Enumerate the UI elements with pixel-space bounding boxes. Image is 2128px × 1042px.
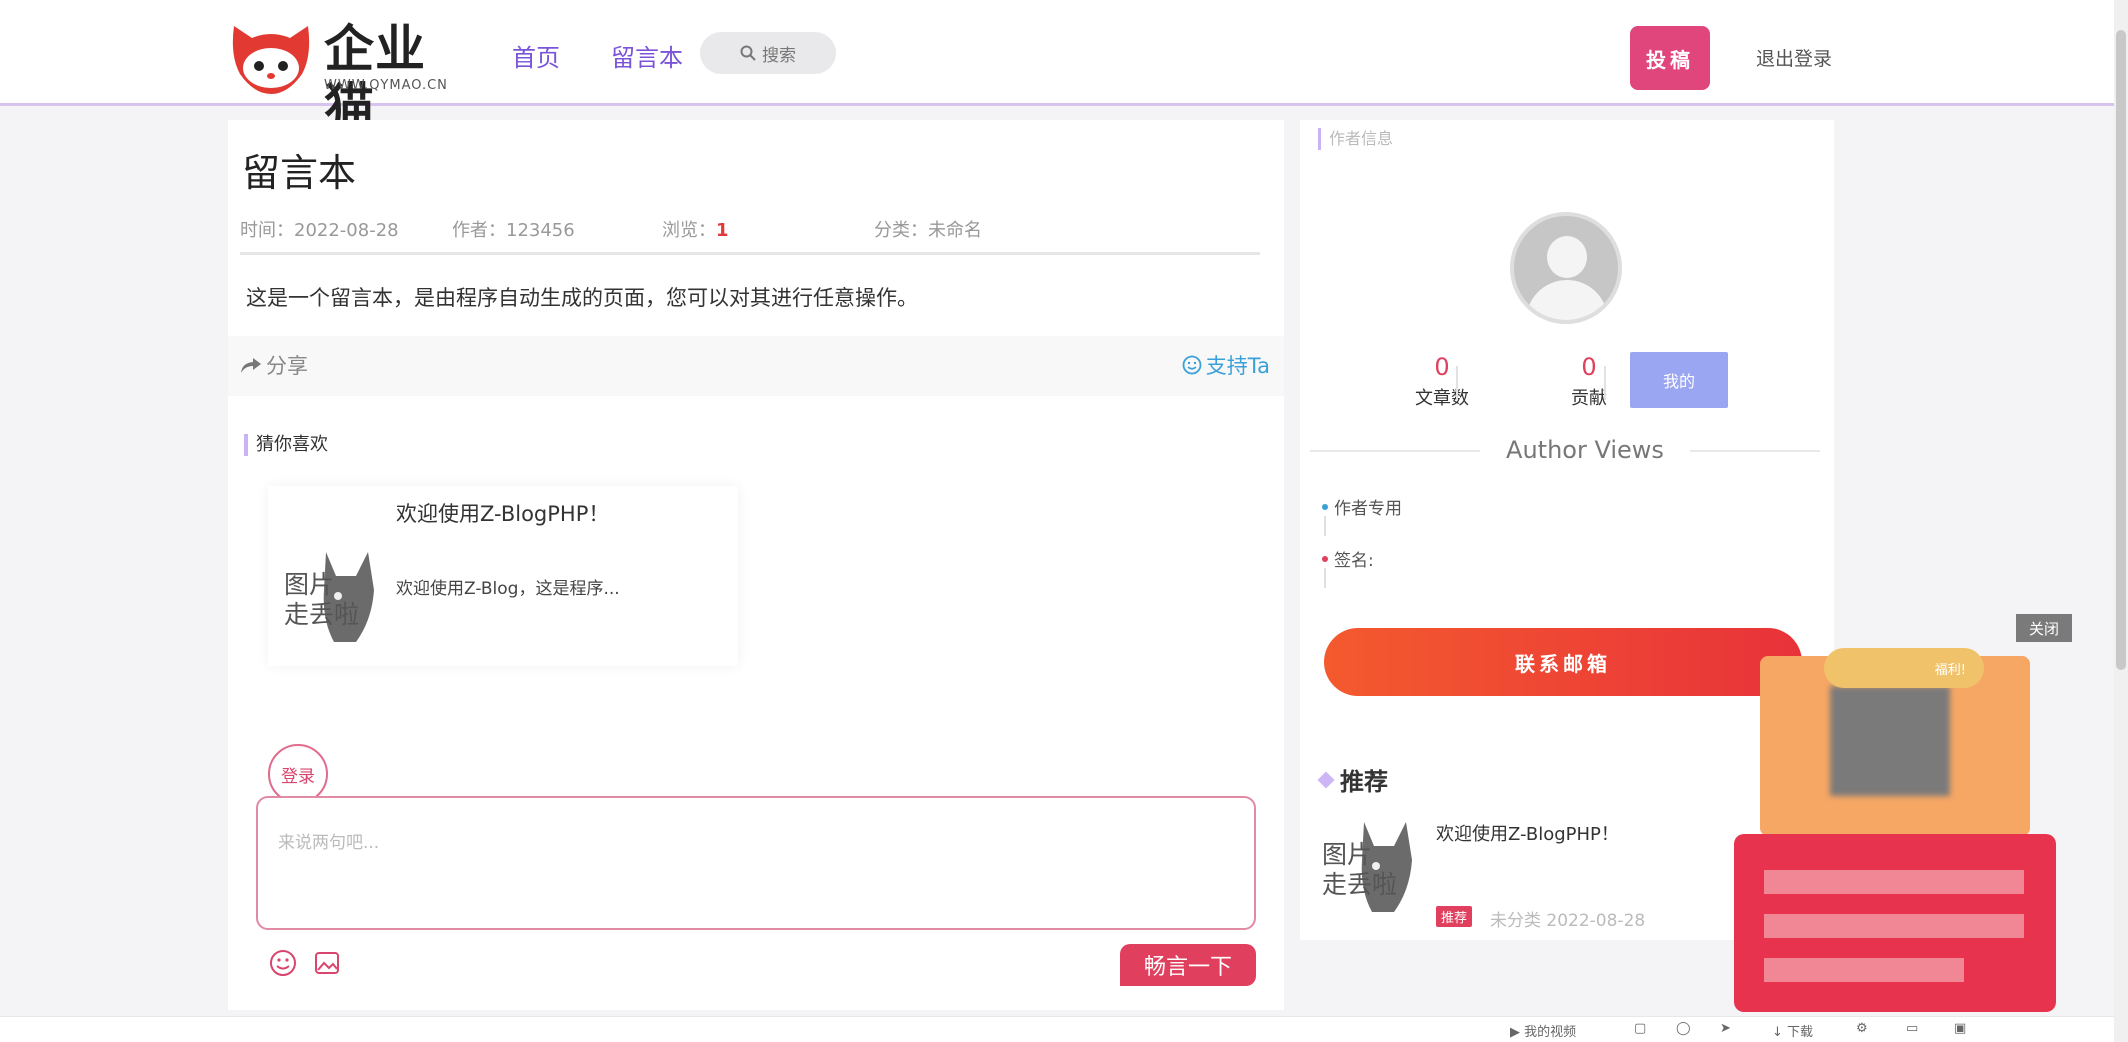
image-missing-text-2: 走丢啦 xyxy=(284,600,360,629)
login-button[interactable]: 登录 xyxy=(268,744,328,804)
download-label: 下载 xyxy=(1787,1025,1814,1040)
comment-input[interactable]: 来说两句吧... xyxy=(256,796,1256,930)
video-icon: ▶ xyxy=(1510,1025,1525,1040)
logo-subtext: WWW.QYMAO.CN xyxy=(324,78,448,93)
recommend-title: 推荐 xyxy=(1317,762,1388,797)
meta-author: 作者：123456 xyxy=(452,220,575,241)
image-missing-icon[interactable]: 图片 走丢啦 xyxy=(1320,820,1420,916)
meta-category: 分类：未命名 xyxy=(874,220,982,241)
meta-views-label: 浏览： xyxy=(662,220,716,241)
download-icon: ↓ xyxy=(1772,1025,1788,1040)
image-missing-text-2: 走丢啦 xyxy=(1322,870,1398,899)
nav-guestbook[interactable]: 留言本 xyxy=(611,38,683,73)
my-video-button[interactable]: ▶ 我的视频 xyxy=(1510,1021,1576,1040)
support-label: 支持Ta xyxy=(1205,354,1270,378)
send-icon[interactable]: ➤ xyxy=(1720,1021,1731,1036)
bottom-toolbar: ▶ 我的视频 ▢ ◯ ➤ ↓ 下载 ⚙ ▭ ▣ xyxy=(0,1016,2114,1042)
site-header: 企业猫 WWW.QYMAO.CN 首页 留言本 搜索 投稿 退出登录 xyxy=(0,0,2128,136)
page-title: 留言本 xyxy=(242,151,357,195)
recommend-title-text: 推荐 xyxy=(1340,768,1388,796)
avatar-head xyxy=(1547,236,1587,278)
window-icon[interactable]: ▭ xyxy=(1906,1021,1918,1036)
search-label: 搜索 xyxy=(762,45,796,66)
author-views-title: Author Views xyxy=(1506,436,1664,464)
share-label: 分享 xyxy=(266,354,308,378)
image-missing-text-1: 图片 xyxy=(284,570,335,599)
divider xyxy=(240,252,1260,255)
ad-blurred-line xyxy=(1764,870,2024,894)
stat-articles: 0 文章数 xyxy=(1382,352,1502,410)
diamond-icon xyxy=(1317,771,1335,788)
timeline-line xyxy=(1324,516,1326,536)
recommend-badge: 推荐 xyxy=(1436,906,1473,927)
logout-link[interactable]: 退出登录 xyxy=(1756,44,1832,71)
recommend-post-title[interactable]: 欢迎使用Z-BlogPHP！ xyxy=(1436,820,1619,846)
smile-icon xyxy=(1182,355,1202,375)
support-button[interactable]: 支持Ta xyxy=(1182,350,1270,380)
guess-title: 猜你喜欢 xyxy=(244,434,328,456)
search-icon xyxy=(740,45,756,61)
timeline-dot xyxy=(1322,504,1328,510)
meta-views-value: 1 xyxy=(716,220,729,241)
author-views-line-left xyxy=(1310,450,1480,452)
ad-red-box xyxy=(1734,834,2056,1012)
related-post-card[interactable]: 图片 走丢啦 欢迎使用Z-BlogPHP！ 欢迎使用Z-Blog，这是程序... xyxy=(268,486,738,666)
post-button[interactable]: 投稿 xyxy=(1630,26,1710,90)
stat-divider xyxy=(1456,366,1458,400)
stat-articles-label: 文章数 xyxy=(1415,388,1469,409)
comment-placeholder: 来说两句吧... xyxy=(278,833,380,853)
author-views-line-right xyxy=(1690,450,1820,452)
ad-image-blur xyxy=(1830,686,1950,796)
page-scrollbar[interactable] xyxy=(2114,0,2128,1042)
screenshot-icon[interactable]: ▢ xyxy=(1634,1021,1646,1036)
related-post-excerpt: 欢迎使用Z-Blog，这是程序... xyxy=(396,579,620,599)
nav-home[interactable]: 首页 xyxy=(512,38,560,73)
submit-comment-button[interactable]: 畅言一下 xyxy=(1120,944,1256,986)
ad-blurred-line xyxy=(1764,958,1964,982)
settings-icon[interactable]: ⚙ xyxy=(1856,1021,1868,1036)
meta-views: 浏览：1 xyxy=(662,216,729,242)
timeline-item-author-only: 作者专用 xyxy=(1334,499,1402,519)
related-post-title[interactable]: 欢迎使用Z-BlogPHP！ xyxy=(396,498,609,528)
guess-you-like-panel: 猜你喜欢 图片 走丢啦 欢迎使用Z-BlogPHP！ 欢迎使用Z-Blog，这是… xyxy=(228,400,1284,1010)
ad-popup[interactable]: 福利! xyxy=(1704,634,2096,1016)
search-button[interactable]: 搜索 xyxy=(700,32,836,74)
share-bar: 分享 支持Ta xyxy=(228,336,1284,396)
scrollbar-thumb[interactable] xyxy=(2116,30,2126,670)
image-upload-icon[interactable] xyxy=(312,948,342,978)
emoji-icon[interactable] xyxy=(268,948,298,978)
share-icon xyxy=(241,358,261,373)
stat-divider xyxy=(1604,366,1606,400)
follow-button[interactable]: 我的 xyxy=(1630,352,1728,408)
timeline-line xyxy=(1324,568,1326,588)
meta-time: 时间：2022-08-28 xyxy=(240,220,399,241)
cat-logo-icon xyxy=(232,26,310,94)
author-info-title: 作者信息 xyxy=(1318,128,1393,150)
image-missing-text-1: 图片 xyxy=(1322,840,1373,869)
download-button[interactable]: ↓ 下载 xyxy=(1772,1021,1813,1040)
avatar-body xyxy=(1526,280,1608,320)
avatar[interactable] xyxy=(1510,212,1622,324)
article-body: 这是一个留言本，是由程序自动生成的页面，您可以对其进行任意操作。 xyxy=(246,286,918,310)
image-missing-icon: 图片 走丢啦 xyxy=(282,550,382,646)
fullscreen-icon[interactable]: ▣ xyxy=(1954,1021,1966,1036)
ad-blurred-line xyxy=(1764,914,2024,938)
stat-articles-value: 0 xyxy=(1434,353,1450,381)
recommend-meta: 未分类 2022-08-28 xyxy=(1490,911,1646,931)
timeline-item-signature: 签名: xyxy=(1334,551,1374,571)
site-logo[interactable]: 企业猫 WWW.QYMAO.CN xyxy=(228,16,468,136)
share-button[interactable]: 分享 xyxy=(240,350,308,380)
my-video-label: 我的视频 xyxy=(1524,1025,1577,1040)
ad-ribbon: 福利! xyxy=(1824,648,1984,688)
timeline-dot xyxy=(1322,556,1328,562)
chat-icon[interactable]: ◯ xyxy=(1676,1021,1691,1036)
